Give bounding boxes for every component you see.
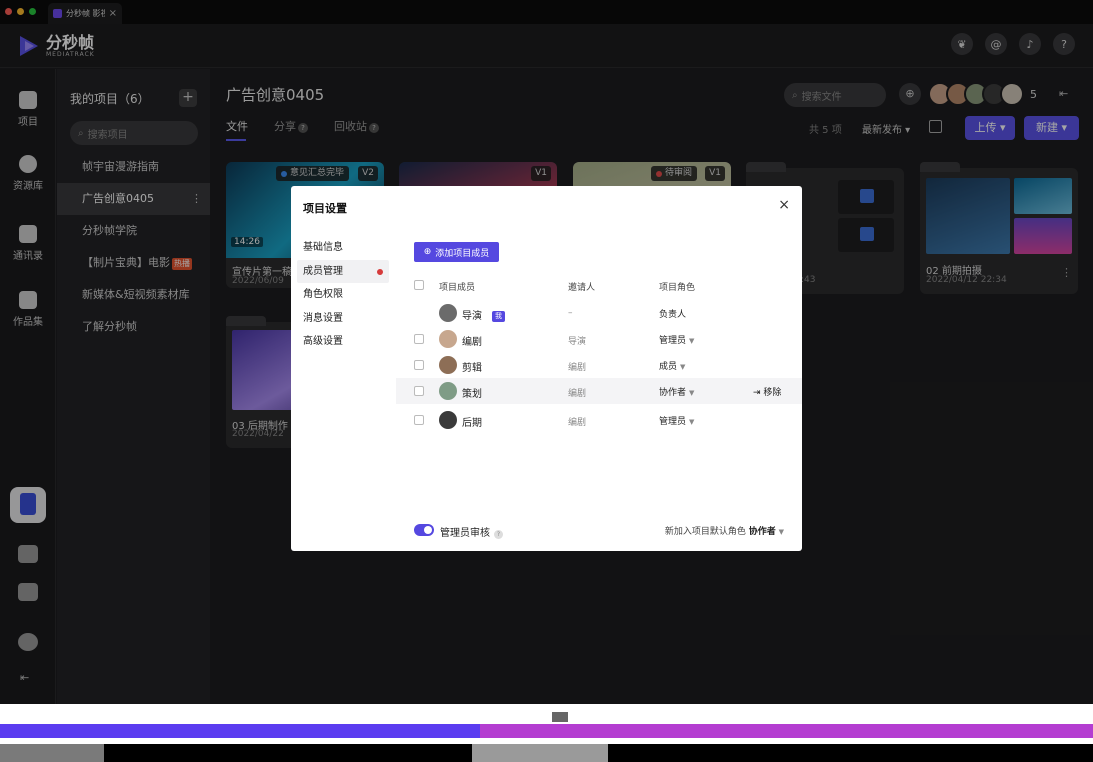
inviter-name: – (568, 308, 573, 318)
nav-message-settings[interactable]: 消息设置 (297, 307, 389, 331)
role-dropdown[interactable]: 管理员 ▼ (659, 333, 694, 346)
project-settings-dialog: 项目设置 × 基础信息 成员管理 角色权限 消息设置 高级设置 ⊕ 添加项目成员… (291, 186, 802, 551)
row-checkbox[interactable] (414, 360, 424, 370)
inviter-name: 编剧 (568, 363, 587, 373)
nav-label: 消息设置 (303, 312, 343, 324)
remove-member-button[interactable]: ⇥ 移除 (753, 385, 781, 398)
member-name: 导演我 (462, 307, 505, 322)
role-dropdown[interactable]: 协作者 ▼ (659, 385, 694, 398)
chevron-down-icon: ▼ (778, 528, 784, 536)
column-role: 项目角色 (659, 283, 696, 293)
member-name: 策划 (462, 389, 482, 400)
member-name: 编剧 (462, 337, 482, 348)
row-checkbox[interactable] (414, 334, 424, 344)
column-inviter: 邀请人 (568, 283, 596, 293)
avatar (439, 411, 457, 429)
add-member-button[interactable]: ⊕ 添加项目成员 (414, 242, 499, 262)
nav-basic-info[interactable]: 基础信息 (297, 236, 389, 260)
table-row[interactable]: 策划 编剧 协作者 ▼ ⇥ 移除 (396, 378, 802, 404)
nav-label: 成员管理 (303, 265, 343, 277)
chevron-down-icon: ▼ (689, 418, 695, 426)
row-checkbox[interactable] (414, 386, 424, 396)
avatar (439, 330, 457, 348)
avatar (439, 382, 457, 400)
select-all-checkbox[interactable] (414, 280, 424, 290)
nav-label: 基础信息 (303, 242, 343, 253)
logout-icon: ⇥ (753, 388, 764, 398)
chevron-down-icon: ▼ (689, 389, 695, 397)
role-dropdown[interactable]: 成员 ▼ (659, 359, 685, 372)
member-name: 后期 (462, 418, 482, 429)
nav-label: 高级设置 (303, 336, 343, 347)
inviter-name: 编剧 (568, 418, 587, 428)
table-row[interactable]: 编剧 导演 管理员 ▼ (396, 326, 802, 352)
table-row[interactable]: 后期 编剧 管理员 ▼ (396, 407, 802, 433)
row-checkbox[interactable] (414, 415, 424, 425)
inviter-name: 导演 (568, 337, 587, 347)
default-role-value: 协作者 (748, 527, 776, 537)
close-icon[interactable]: × (778, 197, 790, 213)
avatar (439, 304, 457, 322)
table-row[interactable]: 剪辑 编剧 成员 ▼ (396, 352, 802, 378)
nav-role-permissions[interactable]: 角色权限 (297, 283, 389, 307)
nav-label: 角色权限 (303, 289, 343, 300)
default-role-selector[interactable]: 新加入项目默认角色 协作者 ▼ (665, 524, 784, 537)
role-dropdown[interactable]: 管理员 ▼ (659, 414, 694, 427)
settings-nav: 基础信息 成员管理 角色权限 消息设置 高级设置 (297, 236, 389, 354)
admin-review-label: 管理员审核? (440, 524, 503, 539)
column-member: 项目成员 (439, 283, 476, 293)
me-badge: 我 (492, 311, 505, 322)
admin-review-toggle[interactable] (414, 524, 434, 536)
inviter-name: 编剧 (568, 389, 587, 399)
app-root: 分秒帧 影视 × 分秒帧 MEDIATRACK ❦ @ ♪ ? 项目 资源库 通… (0, 0, 1093, 762)
help-icon[interactable]: ? (494, 530, 503, 539)
notification-dot (377, 268, 383, 275)
avatar (439, 356, 457, 374)
add-user-icon: ⊕ (423, 247, 432, 257)
add-member-label: 添加项目成员 (435, 248, 490, 259)
chevron-down-icon: ▼ (689, 337, 695, 345)
chevron-down-icon: ▼ (680, 363, 686, 371)
dialog-title: 项目设置 (303, 202, 347, 215)
table-row[interactable]: 导演我 – 负责人 (396, 300, 802, 326)
decorative-strip (0, 704, 1093, 762)
nav-advanced-settings[interactable]: 高级设置 (297, 330, 389, 354)
member-name: 剪辑 (462, 363, 482, 374)
nav-member-management[interactable]: 成员管理 (297, 259, 389, 283)
role-label: 负责人 (659, 310, 687, 320)
